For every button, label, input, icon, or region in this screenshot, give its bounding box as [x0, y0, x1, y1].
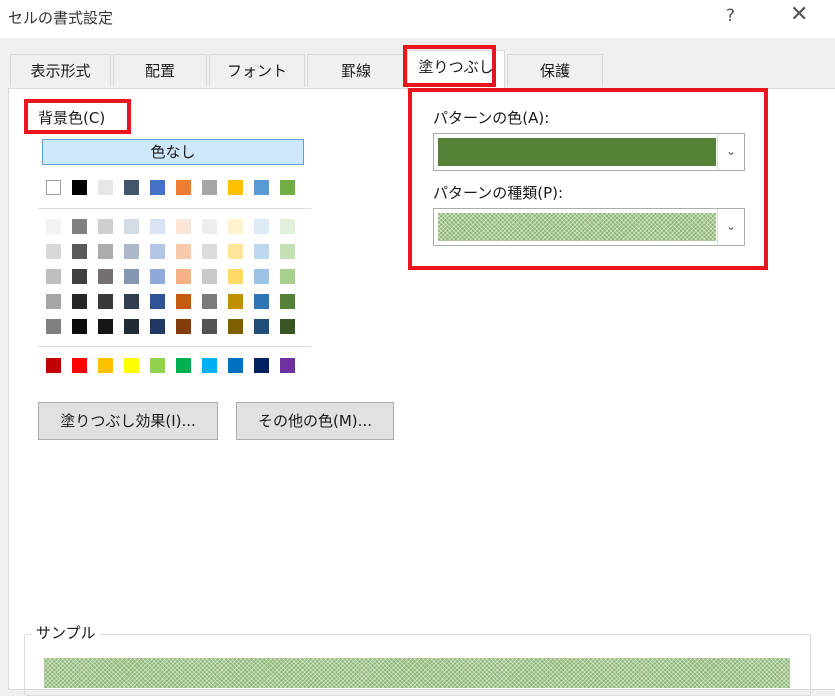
color-swatch[interactable] [46, 319, 61, 334]
tab-protection[interactable]: 保護 [507, 54, 603, 87]
chevron-down-icon[interactable]: ⌄ [717, 209, 744, 245]
color-swatch[interactable] [98, 180, 113, 195]
chevron-down-icon[interactable]: ⌄ [717, 134, 744, 170]
color-swatch[interactable] [176, 358, 191, 373]
color-swatch[interactable] [124, 269, 139, 284]
color-swatch[interactable] [124, 294, 139, 309]
pattern-color-dropdown[interactable]: ⌄ [433, 133, 745, 171]
dialog-title: セルの書式設定 [8, 9, 114, 27]
color-swatch[interactable] [202, 180, 217, 195]
color-swatch[interactable] [280, 269, 295, 284]
color-swatch[interactable] [46, 269, 61, 284]
palette-divider [38, 346, 311, 347]
sample-preview [44, 658, 790, 688]
color-swatch[interactable] [280, 319, 295, 334]
pattern-style-dropdown[interactable]: ⌄ [433, 208, 745, 246]
color-swatch[interactable] [72, 269, 87, 284]
color-swatch[interactable] [46, 358, 61, 373]
color-swatch[interactable] [150, 269, 165, 284]
color-swatch[interactable] [280, 294, 295, 309]
color-swatch[interactable] [150, 358, 165, 373]
color-swatch[interactable] [150, 294, 165, 309]
title-bar: セルの書式設定 ? ✕ [0, 0, 835, 38]
color-swatch[interactable] [280, 180, 295, 195]
color-swatch[interactable] [228, 294, 243, 309]
color-swatch[interactable] [72, 244, 87, 259]
tab-border[interactable]: 罫線 [307, 54, 405, 87]
color-swatch[interactable] [228, 180, 243, 195]
color-swatch[interactable] [254, 319, 269, 334]
color-swatch[interactable] [72, 319, 87, 334]
color-swatch[interactable] [202, 319, 217, 334]
color-swatch[interactable] [254, 180, 269, 195]
color-swatch[interactable] [176, 294, 191, 309]
tab-fill[interactable]: 塗りつぶし [407, 50, 505, 91]
color-swatch[interactable] [254, 294, 269, 309]
color-swatch[interactable] [46, 294, 61, 309]
tab-strip: 表示形式 配置 フォント 罫線 塗りつぶし 保護 [0, 50, 835, 91]
tab-number-format[interactable]: 表示形式 [10, 54, 111, 87]
color-swatch[interactable] [72, 358, 87, 373]
color-swatch[interactable] [124, 319, 139, 334]
color-swatch[interactable] [72, 219, 87, 234]
color-swatch[interactable] [254, 244, 269, 259]
pattern-color-label: パターンの色(A): [433, 109, 550, 127]
color-swatch[interactable] [124, 244, 139, 259]
color-swatch[interactable] [46, 180, 61, 195]
color-swatch[interactable] [202, 244, 217, 259]
color-swatch[interactable] [46, 219, 61, 234]
fill-effects-button[interactable]: 塗りつぶし効果(I)... [38, 402, 218, 440]
palette-divider [38, 208, 311, 209]
color-swatch[interactable] [150, 244, 165, 259]
tab-font[interactable]: フォント [209, 54, 305, 87]
pattern-style-label: パターンの種類(P): [433, 184, 564, 202]
color-swatch[interactable] [254, 358, 269, 373]
color-swatch[interactable] [176, 219, 191, 234]
pattern-color-swatch [438, 138, 716, 166]
color-swatch[interactable] [280, 244, 295, 259]
color-swatch[interactable] [228, 358, 243, 373]
fill-panel [8, 88, 835, 690]
color-swatch[interactable] [98, 319, 113, 334]
color-swatch[interactable] [124, 180, 139, 195]
color-swatch[interactable] [176, 244, 191, 259]
color-swatch[interactable] [176, 180, 191, 195]
color-swatch[interactable] [202, 219, 217, 234]
color-swatch[interactable] [280, 219, 295, 234]
color-swatch[interactable] [98, 219, 113, 234]
no-color-button[interactable]: 色なし [42, 139, 304, 165]
pattern-style-swatch [438, 213, 716, 241]
more-colors-button[interactable]: その他の色(M)... [236, 402, 394, 440]
color-swatch[interactable] [228, 319, 243, 334]
close-button[interactable]: ✕ [790, 2, 808, 27]
color-swatch[interactable] [228, 269, 243, 284]
color-swatch[interactable] [228, 219, 243, 234]
color-swatch[interactable] [176, 319, 191, 334]
color-swatch[interactable] [150, 180, 165, 195]
color-swatch[interactable] [228, 244, 243, 259]
color-swatch[interactable] [72, 180, 87, 195]
color-swatch[interactable] [150, 219, 165, 234]
help-button[interactable]: ? [726, 6, 735, 26]
color-swatch[interactable] [202, 294, 217, 309]
color-swatch[interactable] [98, 358, 113, 373]
color-swatch[interactable] [124, 358, 139, 373]
color-swatch[interactable] [202, 269, 217, 284]
color-swatch[interactable] [98, 244, 113, 259]
color-swatch[interactable] [98, 294, 113, 309]
tab-alignment[interactable]: 配置 [113, 54, 207, 87]
color-swatch[interactable] [150, 319, 165, 334]
color-swatch[interactable] [254, 219, 269, 234]
color-swatch[interactable] [280, 358, 295, 373]
color-swatch[interactable] [46, 244, 61, 259]
color-swatch[interactable] [98, 269, 113, 284]
sample-label: サンプル [32, 622, 100, 643]
background-color-label: 背景色(C) [38, 109, 106, 127]
color-swatch[interactable] [124, 219, 139, 234]
color-swatch[interactable] [254, 269, 269, 284]
color-swatch[interactable] [176, 269, 191, 284]
color-swatch[interactable] [202, 358, 217, 373]
color-swatch[interactable] [72, 294, 87, 309]
